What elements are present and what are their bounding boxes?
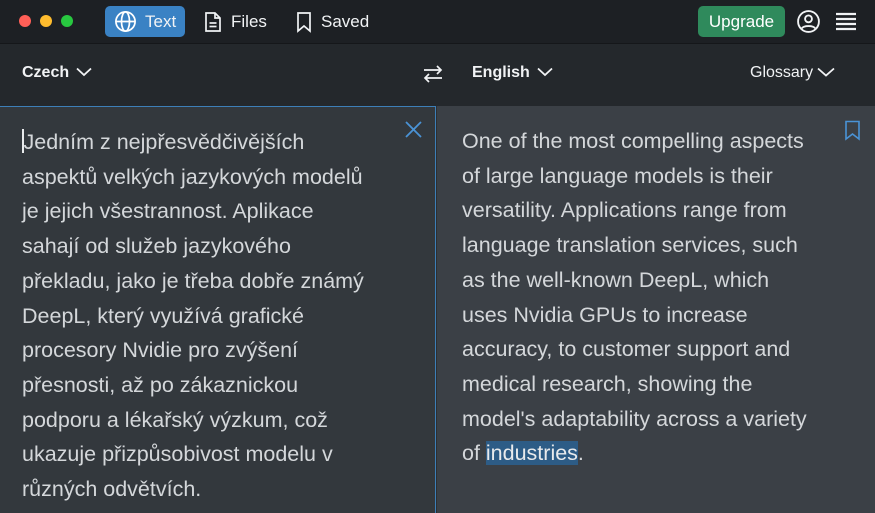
source-language-label: Czech <box>22 64 70 81</box>
glossary-label: Glossary <box>750 64 814 81</box>
tab-files-label: Files <box>231 11 267 31</box>
zoom-window-button[interactable] <box>61 15 73 27</box>
translation-pane: One of the most compelling aspects of la… <box>437 106 875 513</box>
close-icon[interactable] <box>404 120 423 144</box>
translation-text-main: One of the most compelling aspects of la… <box>462 129 807 466</box>
bookmark-icon[interactable] <box>844 120 861 146</box>
source-text-pane[interactable]: Jedním z nejpřesvědčivějších aspektů vel… <box>0 106 436 513</box>
close-window-button[interactable] <box>19 15 31 27</box>
account-icon[interactable] <box>796 9 821 39</box>
bookmark-icon <box>295 11 313 33</box>
translation-text-end: . <box>577 441 584 466</box>
target-language-label: English <box>472 64 530 81</box>
source-text-input[interactable]: Jedním z nejpřesvědčivějších aspektů vel… <box>22 125 407 507</box>
source-text: Jedním z nejpřesvědčivějších aspektů vel… <box>22 130 364 502</box>
translation-text: One of the most compelling aspects of la… <box>462 124 857 471</box>
swap-languages-icon[interactable] <box>421 62 445 91</box>
chevron-down-icon <box>76 64 92 82</box>
hamburger-menu-icon[interactable] <box>835 12 857 36</box>
language-bar: Czech English Glossary <box>0 44 875 106</box>
chevron-down-icon <box>817 64 835 82</box>
tab-files[interactable]: Files <box>194 6 276 37</box>
target-language-select[interactable]: English <box>472 64 553 82</box>
document-icon <box>203 11 223 33</box>
upgrade-button[interactable]: Upgrade <box>698 6 785 37</box>
highlighted-word[interactable]: industries <box>485 441 578 466</box>
glossary-button[interactable]: Glossary <box>750 64 835 82</box>
tab-saved[interactable]: Saved <box>286 6 378 37</box>
tab-text-label: Text <box>145 11 177 31</box>
tab-saved-label: Saved <box>321 11 370 31</box>
source-language-select[interactable]: Czech <box>22 64 92 82</box>
title-bar: Text Files Saved Upgrade <box>0 0 875 44</box>
globe-icon <box>114 10 137 33</box>
minimize-window-button[interactable] <box>40 15 52 27</box>
chevron-down-icon <box>537 64 553 82</box>
tab-text[interactable]: Text <box>105 6 185 37</box>
